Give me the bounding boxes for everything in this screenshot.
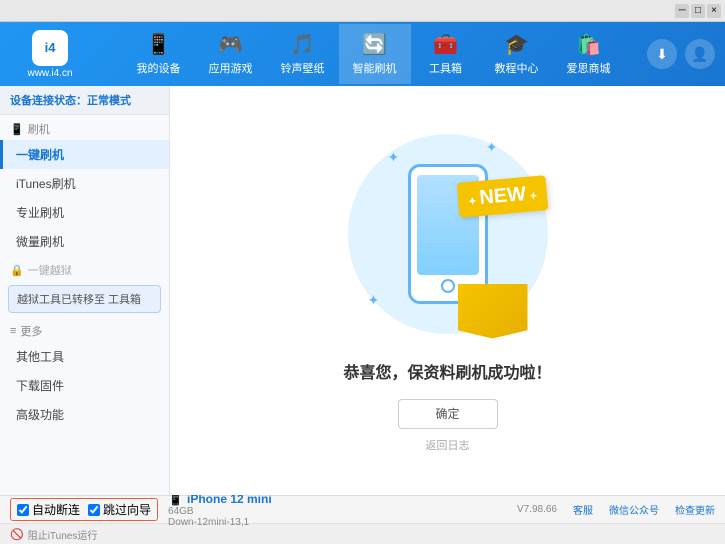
nav-smart-flash[interactable]: 🔄 智能刷机 [339,24,411,84]
titlebar: ─ □ × [0,0,725,22]
nav-app-game-label: 应用游戏 [209,60,253,76]
sidebar-item-advanced[interactable]: 高级功能 [0,400,169,429]
itunes-status-text: 阻止iTunes运行 [28,527,98,542]
service-link[interactable]: 客服 [573,502,593,517]
nav-ringtone[interactable]: 🎵 铃声壁纸 [267,24,339,84]
nav-app-game[interactable]: 🎮 应用游戏 [195,24,267,84]
my-device-icon: 📱 [146,32,171,57]
sidebar-item-itunes-flash[interactable]: iTunes刷机 [0,169,169,198]
phone-illustration: ✦ ✦ ✦ NEW [338,129,558,339]
sidebar-item-micro-flash[interactable]: 微量刷机 [0,227,169,256]
sidebar-item-other-tools[interactable]: 其他工具 [0,342,169,371]
version-label: V7.98.66 [517,504,557,515]
wechat-link[interactable]: 微信公众号 [609,502,659,517]
content-area: ✦ ✦ ✦ NEW 恭喜您，保资料刷机成功啦！ 确定 返回日志 [170,86,725,495]
download-icon: ⬇ [656,46,668,63]
skip-wizard-checkbox[interactable]: 跳过向导 [88,501,151,518]
phone-home-button [441,279,455,293]
nav-my-device[interactable]: 📱 我的设备 [123,24,195,84]
device-storage: 64GB [168,506,272,517]
close-button[interactable]: × [707,4,721,18]
nav-store[interactable]: 🛍️ 爱思商城 [553,24,625,84]
more-section-icon: ≡ [10,325,16,337]
sparkle-2: ✦ [486,139,498,156]
store-icon: 🛍️ [576,32,601,57]
nav-smart-flash-label: 智能刷机 [353,60,397,76]
nav-store-label: 爱思商城 [567,60,611,76]
new-badge: NEW [457,175,549,218]
sparkle-1: ✦ [388,149,400,166]
success-message: 恭喜您，保资料刷机成功啦！ [343,359,551,383]
sidebar-item-download-fw[interactable]: 下载固件 [0,371,169,400]
nav-my-device-label: 我的设备 [137,60,181,76]
confirm-button[interactable]: 确定 [398,399,498,429]
smart-flash-icon: 🔄 [362,32,387,57]
update-link[interactable]: 检查更新 [675,502,715,517]
section-flash-title: 📱 刷机 [0,115,169,140]
nav-toolbox-label: 工具箱 [429,60,462,76]
logo-url: www.i4.cn [27,68,72,79]
main-area: 设备连接状态：正常模式 📱 刷机 一键刷机 iTunes刷机 专业刷机 微量刷机… [0,86,725,495]
lock-icon: 🔒 [10,264,24,277]
flash-section-icon: 📱 [10,123,24,136]
logo: i4 www.i4.cn [10,30,90,79]
bottom-section: 自动断连 跳过向导 📱 iPhone 12 mini 64GB Down-12m… [0,495,725,544]
download-button[interactable]: ⬇ [647,39,677,69]
ringtone-icon: 🎵 [290,32,315,57]
auto-disconnect-input[interactable] [17,504,29,516]
device-model: Down-12mini-13,1 [168,517,272,528]
nav-tutorial[interactable]: 🎓 教程中心 [481,24,553,84]
user-icon: 👤 [691,46,708,63]
section-jailbreak-title: 🔒 一键越狱 [0,256,169,281]
sidebar-item-pro-flash[interactable]: 专业刷机 [0,198,169,227]
sidebar: 设备连接状态：正常模式 📱 刷机 一键刷机 iTunes刷机 专业刷机 微量刷机… [0,86,170,495]
status-value: 正常模式 [87,95,131,107]
tutorial-icon: 🎓 [504,32,529,57]
connection-status: 设备连接状态：正常模式 [0,86,169,115]
minimize-button[interactable]: ─ [675,4,689,18]
jailbreak-notice: 越狱工具已转移至 工具箱 [8,285,161,313]
toolbox-icon: 🧰 [433,32,458,57]
header: i4 www.i4.cn 📱 我的设备 🎮 应用游戏 🎵 铃声壁纸 🔄 智能刷机… [0,22,725,86]
nav-ringtone-label: 铃声壁纸 [281,60,325,76]
checkbox-group: 自动断连 跳过向导 [10,498,158,521]
auto-disconnect-checkbox[interactable]: 自动断连 [17,501,80,518]
device-info: 📱 iPhone 12 mini 64GB Down-12mini-13,1 [168,492,272,528]
nav-bar: 📱 我的设备 🎮 应用游戏 🎵 铃声壁纸 🔄 智能刷机 🧰 工具箱 🎓 教程中心… [100,24,647,84]
bottom-right: V7.98.66 客服 微信公众号 检查更新 [517,502,715,517]
section-more-title: ≡ 更多 [0,317,169,342]
header-right: ⬇ 👤 [647,39,715,69]
stop-icon: 🚫 [10,528,24,541]
user-button[interactable]: 👤 [685,39,715,69]
maximize-button[interactable]: □ [691,4,705,18]
sparkle-3: ✦ [368,292,380,309]
logo-icon: i4 [32,30,68,66]
app-game-icon: 🎮 [218,32,243,57]
ribbon [458,284,528,339]
nav-tutorial-label: 教程中心 [495,60,539,76]
bottom-main-row: 自动断连 跳过向导 📱 iPhone 12 mini 64GB Down-12m… [0,496,725,524]
sidebar-item-one-key-flash[interactable]: 一键刷机 [0,140,169,169]
back-link[interactable]: 返回日志 [426,437,470,453]
nav-toolbox[interactable]: 🧰 工具箱 [411,24,481,84]
skip-wizard-input[interactable] [88,504,100,516]
